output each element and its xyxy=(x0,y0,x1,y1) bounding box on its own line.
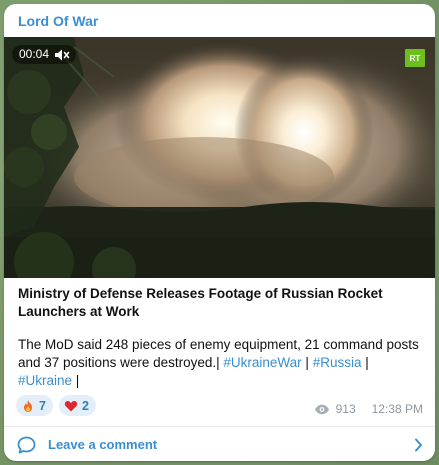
post-meta: 913 12:38 PM xyxy=(314,402,423,416)
reaction-fire[interactable]: 7 xyxy=(16,395,53,416)
hashtag-separator: | xyxy=(301,355,313,370)
post-title: Ministry of Defense Releases Footage of … xyxy=(18,286,383,319)
hashtag-separator: | xyxy=(72,373,80,388)
speaker-muted-icon[interactable] xyxy=(54,48,70,62)
rt-logo: RT xyxy=(405,49,425,67)
channel-name[interactable]: Lord Of War xyxy=(18,13,98,29)
hashtag-link[interactable]: #UkraineWar xyxy=(223,355,301,370)
hashtag-separator: | xyxy=(361,355,369,370)
video-player[interactable]: 00:04 RT xyxy=(4,37,435,278)
video-duration: 00:04 xyxy=(19,47,50,61)
fire-emoji-icon xyxy=(21,399,35,413)
hashtag-link[interactable]: #Russia xyxy=(313,355,362,370)
post-body: The MoD said 248 pieces of enemy equipme… xyxy=(18,336,423,390)
chevron-right-icon xyxy=(414,438,423,452)
reaction-count: 2 xyxy=(81,398,89,413)
comment-bubble-icon xyxy=(17,436,36,454)
message-bubble: Lord Of War 00:04 RT Ministry of Defense… xyxy=(4,4,435,461)
eye-icon xyxy=(314,404,330,415)
reactions-bar: 7 2 xyxy=(16,395,96,416)
leave-comment-label: Leave a comment xyxy=(48,437,158,452)
view-count: 913 xyxy=(335,402,356,416)
post-time: 12:38 PM xyxy=(371,402,423,416)
reaction-count: 7 xyxy=(39,398,46,413)
reaction-heart[interactable]: 2 xyxy=(58,395,96,416)
red-heart-emoji-icon xyxy=(64,399,78,413)
leave-comment-button[interactable]: Leave a comment xyxy=(4,427,435,461)
hashtag-link[interactable]: #Ukraine xyxy=(18,373,72,388)
video-duration-badge: 00:04 xyxy=(12,45,77,64)
video-frame xyxy=(4,37,435,278)
